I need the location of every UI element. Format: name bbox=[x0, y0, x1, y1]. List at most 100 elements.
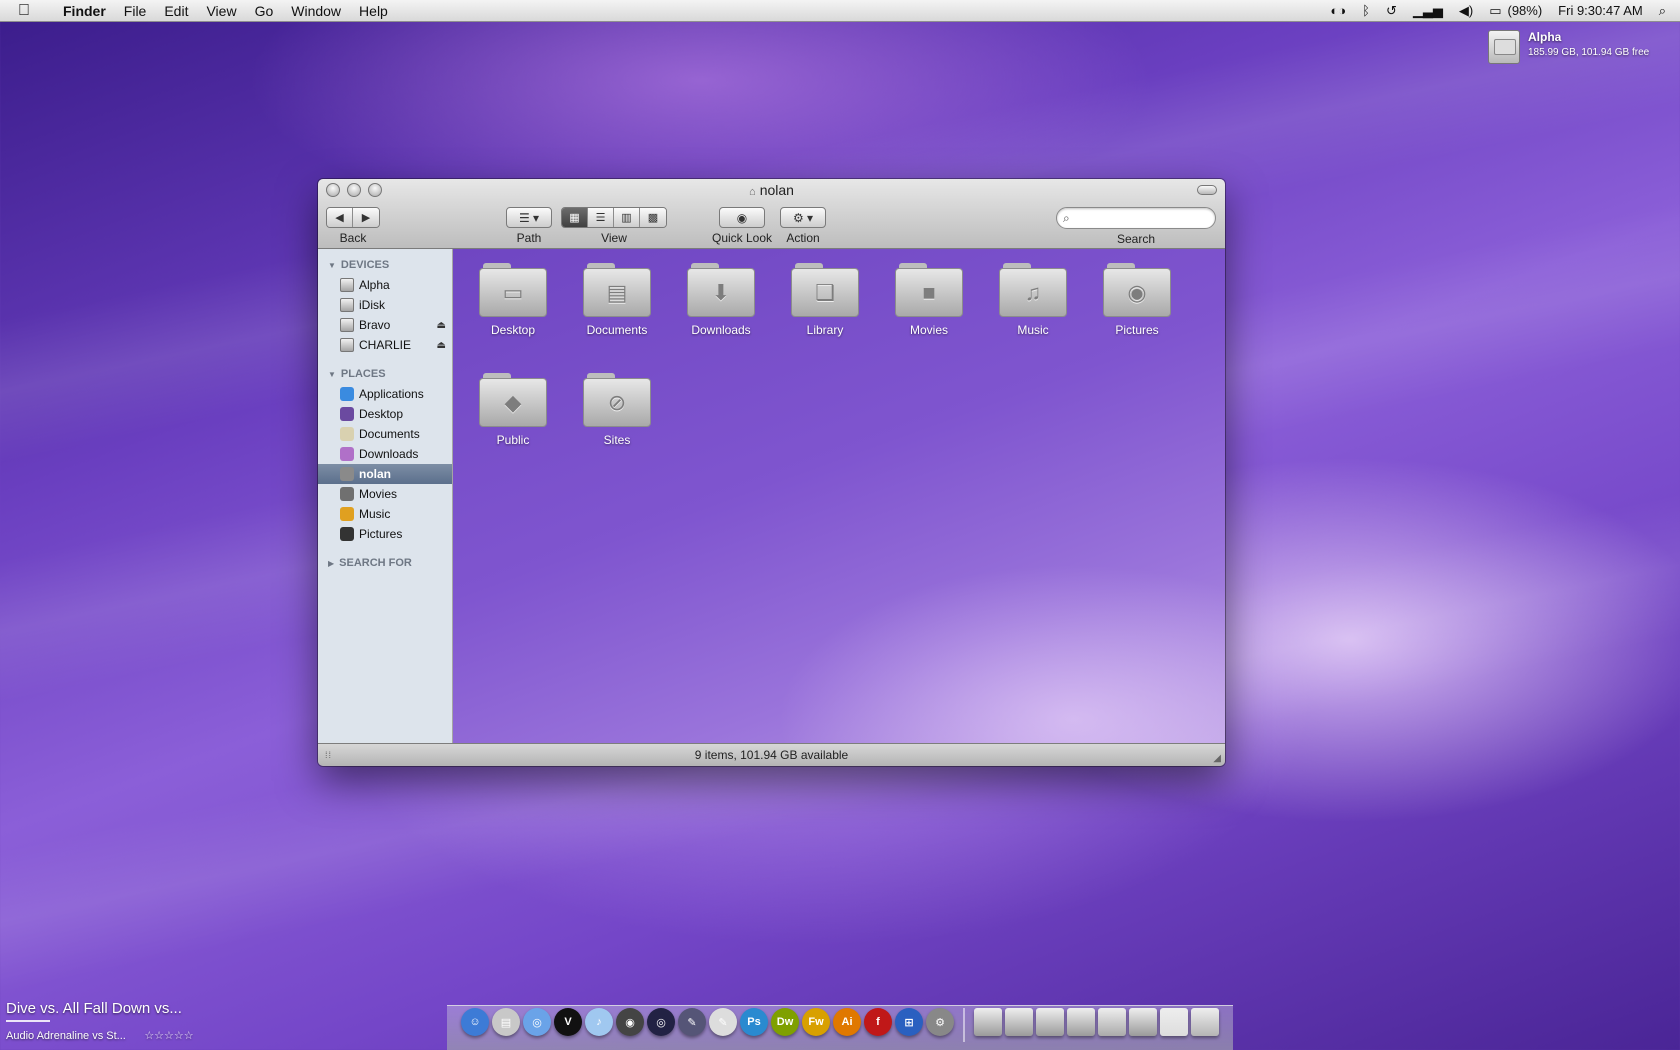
stack-icon-4[interactable] bbox=[1067, 1008, 1095, 1036]
camera-icon[interactable]: ◉ bbox=[616, 1008, 644, 1036]
sidebar-section-devices[interactable]: ▼ DEVICES bbox=[318, 255, 452, 275]
stack-icon-2[interactable] bbox=[1005, 1008, 1033, 1036]
stack-icon-1[interactable] bbox=[974, 1008, 1002, 1036]
folder-item[interactable]: ◉ Pictures bbox=[1089, 263, 1185, 337]
search-input[interactable] bbox=[1073, 211, 1204, 225]
toolbar-toggle-button[interactable] bbox=[1197, 185, 1217, 195]
folder-item[interactable]: ❑ Library bbox=[777, 263, 873, 337]
forward-button[interactable]: ▶ bbox=[353, 208, 379, 227]
folder-item[interactable]: ▤ Documents bbox=[569, 263, 665, 337]
trash-icon[interactable] bbox=[1191, 1008, 1219, 1036]
window-title: ⌂ nolan bbox=[318, 182, 1225, 198]
menu-help[interactable]: Help bbox=[350, 3, 397, 19]
desktop-drive[interactable]: Alpha 185.99 GB, 101.94 GB free bbox=[1488, 30, 1649, 64]
column-view-button[interactable]: ▥ bbox=[614, 208, 640, 227]
sidebar-section-places[interactable]: ▼ PLACES bbox=[318, 364, 452, 384]
stack-icon-7[interactable] bbox=[1160, 1008, 1188, 1036]
lens-icon[interactable]: ◎ bbox=[647, 1008, 675, 1036]
bluetooth-icon[interactable]: ᛒ bbox=[1362, 3, 1370, 18]
menu-window[interactable]: Window bbox=[282, 3, 350, 19]
spotlight-icon[interactable]: ⌕ bbox=[1659, 3, 1666, 19]
stack-icon-6[interactable] bbox=[1129, 1008, 1157, 1036]
binoculars-icon[interactable]: ◐◑ bbox=[1330, 3, 1346, 18]
pen-icon[interactable]: ✎ bbox=[678, 1008, 706, 1036]
sidebar-item-downloads[interactable]: Downloads bbox=[318, 444, 452, 464]
folder-item[interactable]: ◆ Public bbox=[465, 373, 561, 447]
sidebar-item-label: Documents bbox=[359, 427, 420, 441]
sidebar-item-charlie[interactable]: CHARLIE ⏏ bbox=[318, 335, 452, 355]
menu-file[interactable]: File bbox=[115, 3, 156, 19]
eject-icon[interactable]: ⏏ bbox=[437, 320, 446, 331]
sidebar-section-search-for[interactable]: ▶ SEARCH FOR bbox=[318, 553, 452, 573]
coverflow-view-button[interactable]: ▩ bbox=[640, 208, 666, 227]
search-field[interactable]: ⌕ bbox=[1056, 207, 1216, 229]
safari-icon[interactable]: ◎ bbox=[523, 1008, 551, 1036]
sidebar-item-desktop[interactable]: Desktop bbox=[318, 404, 452, 424]
folder-label: Library bbox=[806, 323, 844, 337]
window-resize-grip[interactable]: ◢ bbox=[1213, 753, 1221, 764]
itunes-icon[interactable]: ♪ bbox=[585, 1008, 613, 1036]
tuxedo-icon[interactable]: V bbox=[554, 1008, 582, 1036]
stack-icon-5[interactable] bbox=[1098, 1008, 1126, 1036]
sidebar-item-pictures[interactable]: Pictures bbox=[318, 524, 452, 544]
system-prefs-icon[interactable]: ⚙ bbox=[926, 1008, 954, 1036]
icon-view-button[interactable]: ▦ bbox=[562, 208, 588, 227]
sidebar-resize-handle[interactable]: ⁞⁞ bbox=[325, 750, 332, 760]
sidebar-item-bravo[interactable]: Bravo ⏏ bbox=[318, 315, 452, 335]
folder-item[interactable]: ⊘ Sites bbox=[569, 373, 665, 447]
folder-item[interactable]: ▭ Desktop bbox=[465, 263, 561, 337]
rating-stars[interactable]: ☆☆☆☆☆ bbox=[144, 1030, 193, 1042]
sidebar-item-label: Pictures bbox=[359, 527, 403, 541]
quicklook-button[interactable]: ◉ bbox=[719, 207, 766, 228]
view-label: View bbox=[601, 231, 627, 245]
sidebar-item-nolan[interactable]: nolan bbox=[318, 464, 452, 484]
eject-icon[interactable]: ⏏ bbox=[437, 340, 446, 351]
folder-item[interactable]: ■ Movies bbox=[881, 263, 977, 337]
folder-label: Public bbox=[496, 433, 530, 447]
sidebar-item-music[interactable]: Music bbox=[318, 504, 452, 524]
illustrator-icon[interactable]: Ai bbox=[833, 1008, 861, 1036]
now-playing-progress bbox=[6, 1020, 50, 1022]
sidebar-item-label: CHARLIE bbox=[359, 338, 412, 352]
sidebar-item-alpha[interactable]: Alpha bbox=[318, 275, 452, 295]
gear-icon: ⚙ ▾ bbox=[792, 210, 814, 225]
menu-go[interactable]: Go bbox=[246, 3, 283, 19]
path-button[interactable]: ☰ ▾ bbox=[506, 207, 552, 228]
sidebar-item-label: Alpha bbox=[359, 278, 390, 292]
sidebar-item-idisk[interactable]: iDisk bbox=[318, 295, 452, 315]
folder-item[interactable]: ⬇ Downloads bbox=[673, 263, 769, 337]
sites-folder-icon: ⊘ bbox=[583, 373, 651, 427]
time-machine-icon[interactable]: ↺ bbox=[1386, 3, 1397, 19]
menu-edit[interactable]: Edit bbox=[155, 3, 197, 19]
apple-menu-icon[interactable]:  bbox=[18, 2, 40, 20]
text-edit-icon[interactable]: ✎ bbox=[709, 1008, 737, 1036]
sidebar-item-applications[interactable]: Applications bbox=[318, 384, 452, 404]
wifi-signal-icon[interactable]: ▁▃▅ bbox=[1413, 3, 1443, 19]
desktop-icon bbox=[340, 407, 354, 421]
battery-percentage[interactable]: (98%) bbox=[1507, 3, 1542, 18]
dreamweaver-icon[interactable]: Dw bbox=[771, 1008, 799, 1036]
sidebar-item-label: nolan bbox=[359, 467, 391, 481]
back-button[interactable]: ◀ bbox=[327, 208, 353, 227]
menu-view[interactable]: View bbox=[197, 3, 245, 19]
battery-icon[interactable]: ▭ bbox=[1489, 3, 1501, 19]
action-button[interactable]: ⚙ ▾ bbox=[780, 207, 826, 228]
windows-icon[interactable]: ⊞ bbox=[895, 1008, 923, 1036]
list-view-button[interactable]: ☰ bbox=[588, 208, 614, 227]
volume-icon[interactable]: ◀) bbox=[1459, 3, 1473, 19]
sidebar-item-documents[interactable]: Documents bbox=[318, 424, 452, 444]
window-titlebar[interactable]: ⌂ nolan ◀ ▶ Back ☰ ▾ Path ▦ ☰ ▥ ▩ View ◉… bbox=[318, 179, 1225, 249]
hard-drive-icon bbox=[340, 338, 354, 352]
finder-icon[interactable]: ☺ bbox=[461, 1008, 489, 1036]
photoshop-icon[interactable]: Ps bbox=[740, 1008, 768, 1036]
menu-app-name[interactable]: Finder bbox=[54, 3, 115, 19]
clock[interactable]: Fri 9:30:47 AM bbox=[1558, 3, 1643, 18]
sidebar: ▼ DEVICES Alpha iDisk Bravo ⏏ CHARLIE ⏏ ▼ PLA… bbox=[318, 249, 453, 743]
folder-label: Desktop bbox=[490, 323, 536, 337]
stack-icon-3[interactable] bbox=[1036, 1008, 1064, 1036]
folder-item[interactable]: ♫ Music bbox=[985, 263, 1081, 337]
fireworks-icon[interactable]: Fw bbox=[802, 1008, 830, 1036]
flash-icon[interactable]: f bbox=[864, 1008, 892, 1036]
preview-icon[interactable]: ▤ bbox=[492, 1008, 520, 1036]
sidebar-item-movies[interactable]: Movies bbox=[318, 484, 452, 504]
